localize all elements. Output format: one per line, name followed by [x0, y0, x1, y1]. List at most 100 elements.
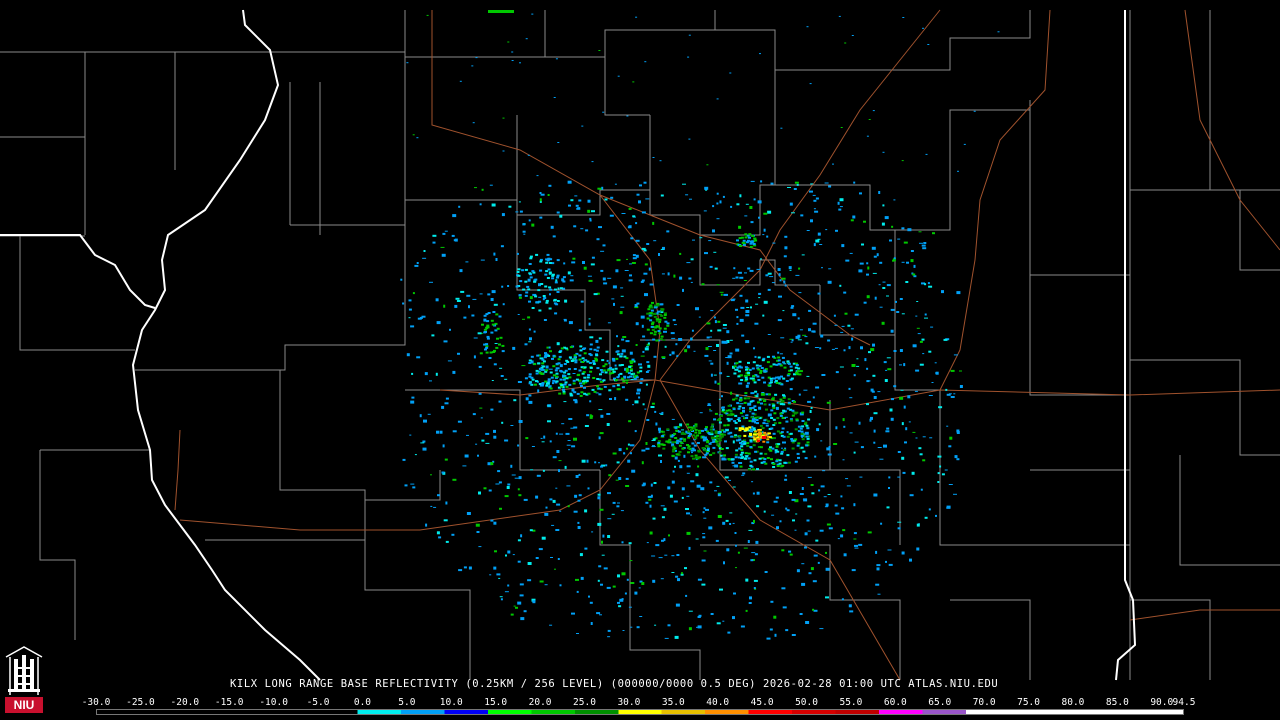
scale-tick-label: 80.0 — [1061, 697, 1085, 708]
echo-pixel — [522, 230, 526, 233]
echo-pixel — [743, 374, 747, 377]
echo-pixel — [644, 293, 648, 297]
echo-pixel — [562, 276, 566, 279]
echo-pixel — [739, 374, 743, 377]
echo-pixel — [564, 347, 568, 350]
echo-pixel — [899, 364, 902, 366]
echo-pixel — [721, 408, 725, 411]
echo-pixel — [462, 465, 467, 467]
echo-pixel — [673, 447, 677, 450]
echo-pixel — [491, 290, 496, 294]
echo-pixel — [876, 567, 880, 571]
echo-pixel — [749, 428, 753, 431]
echo-pixel — [739, 194, 742, 198]
echo-pixel — [538, 367, 542, 370]
echo-pixel — [815, 197, 819, 200]
echo-pixel — [568, 356, 572, 359]
echo-pixel — [801, 254, 805, 256]
echo-pixel — [617, 502, 620, 504]
echo-pixel — [843, 553, 847, 557]
echo-pixel — [794, 529, 797, 531]
echo-pixel — [672, 319, 676, 322]
scale-tick-label: 30.0 — [617, 697, 641, 708]
echo-pixel — [545, 384, 549, 387]
echo-pixel — [441, 405, 445, 409]
echo-pixel — [732, 398, 736, 401]
echo-pixel — [665, 440, 669, 443]
echo-pixel — [726, 361, 729, 365]
echo-pixel — [704, 453, 708, 456]
echo-pixel — [919, 242, 923, 244]
echo-pixel — [564, 465, 567, 469]
echo-pixel — [687, 435, 691, 437]
echo-pixel — [531, 223, 535, 227]
echo-pixel — [555, 367, 560, 370]
echo-pixel — [658, 318, 662, 321]
echo-pixel — [761, 398, 765, 401]
echo-pixel — [899, 349, 903, 352]
echo-pixel — [753, 347, 755, 350]
echo-pixel — [676, 356, 679, 357]
echo-pixel — [636, 392, 640, 395]
echo-pixel — [828, 446, 831, 448]
echo-pixel — [671, 418, 675, 420]
echo-pixel — [754, 322, 759, 325]
echo-pixel — [409, 434, 412, 436]
echo-pixel — [591, 388, 595, 391]
echo-pixel — [854, 441, 859, 443]
echo-pixel — [690, 281, 693, 283]
echo-pixel — [780, 337, 785, 339]
echo-pixel — [780, 375, 783, 378]
echo-pixel — [519, 280, 523, 283]
echo-pixel — [626, 258, 628, 260]
echo-pixel — [591, 531, 594, 533]
echo-pixel — [457, 420, 462, 423]
echo-pixel — [812, 396, 815, 399]
echo-pixel — [708, 526, 713, 530]
echo-pixel — [688, 546, 691, 550]
echo-pixel — [573, 426, 578, 429]
echo-pixel — [567, 180, 572, 184]
echo-pixel — [582, 382, 586, 385]
echo-pixel — [708, 442, 712, 445]
echo-pixel — [675, 453, 679, 456]
echo-pixel — [572, 382, 576, 385]
echo-pixel — [749, 460, 753, 463]
echo-pixel — [635, 239, 640, 242]
echo-pixel — [738, 462, 743, 464]
echo-pixel — [799, 493, 804, 495]
echo-pixel — [760, 392, 765, 396]
niu-logo: NIU — [5, 646, 43, 713]
echo-pixel — [740, 306, 745, 309]
echo-pixel — [423, 250, 426, 252]
echo-pixel — [702, 536, 706, 539]
echo-pixel — [750, 430, 754, 433]
echo-pixel — [658, 557, 663, 559]
echo-pixel — [756, 432, 760, 435]
echo-pixel — [660, 248, 664, 250]
echo-pixel — [607, 535, 611, 538]
echo-pixel — [723, 340, 728, 344]
echo-pixel — [422, 447, 427, 451]
echo-pixel — [649, 504, 652, 508]
echo-pixel — [782, 396, 786, 399]
echo-pixel — [897, 238, 901, 240]
echo-pixel — [851, 364, 856, 367]
echo-pixel — [779, 414, 783, 417]
echo-pixel — [571, 612, 575, 615]
echo-pixel — [588, 362, 592, 364]
echo-pixel — [901, 551, 905, 555]
echo-pixel — [553, 302, 557, 305]
echo-pixel — [742, 472, 746, 475]
echo-pixel — [808, 328, 811, 332]
echo-pixel — [744, 236, 748, 239]
echo-pixel — [767, 432, 771, 435]
echo-pixel — [465, 261, 469, 263]
echo-pixel — [650, 309, 654, 312]
echo-pixel — [576, 207, 581, 210]
echo-pixel — [848, 387, 851, 390]
echo-pixel — [501, 421, 504, 424]
echo-pixel — [514, 477, 519, 479]
echo-pixel — [736, 402, 740, 405]
echo-pixel — [563, 401, 567, 403]
